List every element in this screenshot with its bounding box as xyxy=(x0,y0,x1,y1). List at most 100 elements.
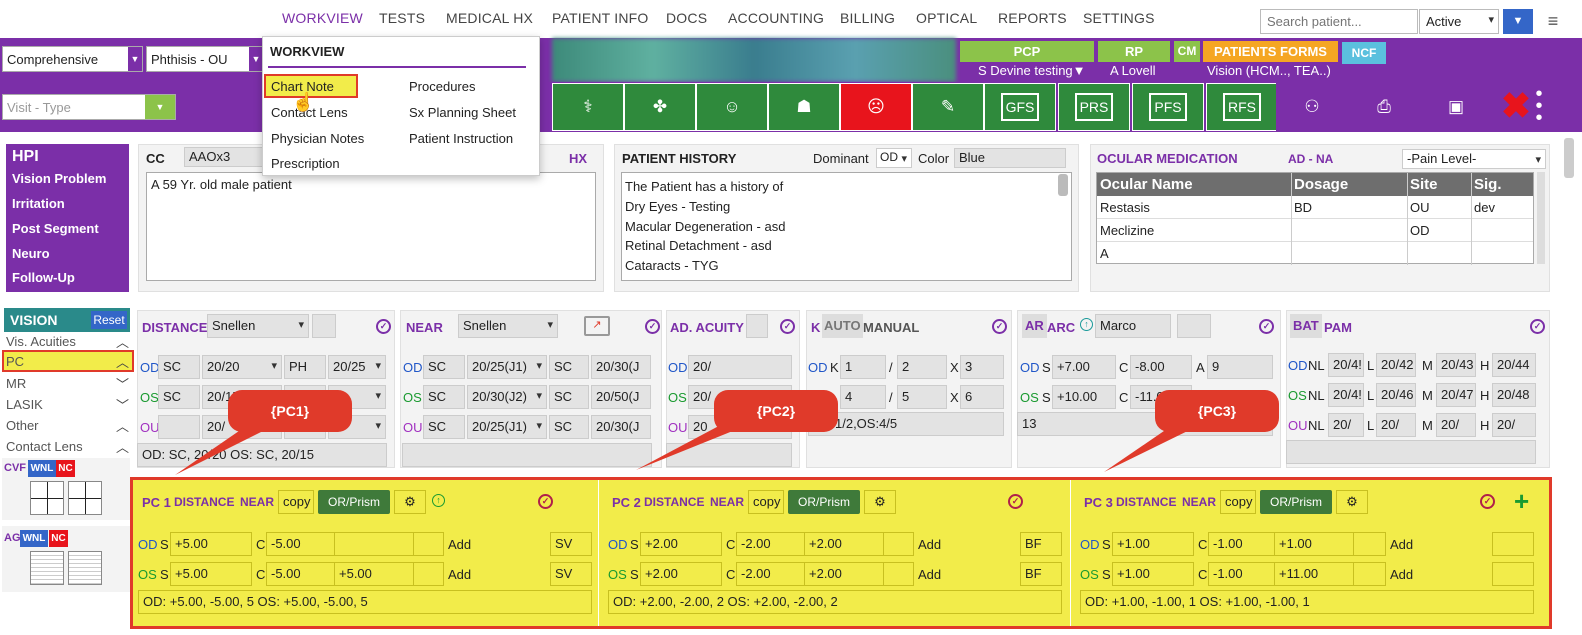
ad-acuity-summary[interactable] xyxy=(666,443,792,467)
near-summary[interactable] xyxy=(402,443,652,467)
arc-tab[interactable]: ARC xyxy=(1047,320,1075,335)
side-item-pc[interactable]: PC xyxy=(6,354,24,369)
ar-extra-input[interactable] xyxy=(1177,314,1211,338)
cc-value-input[interactable]: AAOx3 xyxy=(184,147,264,167)
ar-od-axis[interactable]: 9 xyxy=(1207,355,1273,379)
page-scrollbar[interactable] xyxy=(1564,138,1574,178)
consult-icon[interactable]: ☺ xyxy=(696,83,768,131)
bat-od-l[interactable]: 20/42 xyxy=(1376,353,1416,377)
pc-os-lens-type[interactable]: SV xyxy=(550,562,592,586)
check-circle-icon[interactable]: ✓ xyxy=(992,319,1007,334)
side-item-contact-lens[interactable]: Contact Lens xyxy=(6,439,83,454)
near-os-va[interactable]: 20/30(J2) xyxy=(467,385,547,409)
rfs-button[interactable]: RFS xyxy=(1206,83,1278,131)
rp-label[interactable]: RP xyxy=(1098,41,1170,62)
side-item-lasik[interactable]: LASIK xyxy=(6,397,43,412)
distance-od-ph[interactable]: PH xyxy=(284,355,326,379)
bat-ou-l[interactable]: 20/ xyxy=(1376,413,1416,437)
menu-item-physician-notes[interactable]: Physician Notes xyxy=(271,131,364,146)
k-od-k2[interactable]: 2 xyxy=(897,355,947,379)
pc-distance-label[interactable]: DISTANCE xyxy=(174,495,234,509)
status-select[interactable]: Active xyxy=(1419,9,1499,34)
cvf-grid-od-icon[interactable] xyxy=(30,481,64,515)
k-od-axis[interactable]: 3 xyxy=(960,355,1004,379)
k-auto-tab[interactable]: AUTO xyxy=(822,314,863,338)
pc-os-add[interactable]: +5.00 xyxy=(334,562,414,586)
network-icon[interactable]: ✤ xyxy=(624,83,696,131)
k-od-k1[interactable]: 1 xyxy=(840,355,886,379)
pc-os-sphere[interactable]: +5.00 xyxy=(170,562,252,586)
cvf-label[interactable]: CVF xyxy=(4,462,26,474)
bat-os-l[interactable]: 20/46 xyxy=(1376,383,1416,407)
chevron-down-icon[interactable]: ﹀ xyxy=(116,395,129,414)
near-ou-va2[interactable]: 20/30(J xyxy=(591,415,651,439)
patients-forms-value[interactable]: Vision (HCM.., TEA..) xyxy=(1207,63,1331,78)
near-od-va[interactable]: 20/25(J1) xyxy=(467,355,547,379)
table-row[interactable]: Restasis BD OU dev xyxy=(1097,196,1533,219)
gfs-button[interactable]: GFS xyxy=(984,83,1056,131)
hpi-item-vision-problem[interactable]: Vision Problem xyxy=(12,171,106,186)
near-os-sc2[interactable]: SC xyxy=(549,385,589,409)
menu-icon[interactable]: ≡ xyxy=(1538,9,1568,34)
bat-tab[interactable]: BAT xyxy=(1290,314,1322,338)
k-os-k2[interactable]: 5 xyxy=(897,385,947,409)
add-pc-plus-icon[interactable]: + xyxy=(1514,486,1529,517)
pc-summary[interactable]: OD: +1.00, -1.00, 1 OS: +1.00, -1.00, 1 xyxy=(1080,590,1534,614)
bat-os-h[interactable]: 20/48 xyxy=(1492,383,1536,407)
amsler-grid-od-icon[interactable] xyxy=(30,551,64,585)
info-up-icon[interactable]: ↑ xyxy=(432,494,445,507)
pain-level-select[interactable]: -Pain Level- xyxy=(1402,149,1546,169)
check-circle-icon[interactable]: ✓ xyxy=(1008,494,1023,509)
gear-icon[interactable]: ⚙ xyxy=(394,490,426,514)
nav-tests[interactable]: TESTS xyxy=(379,10,425,26)
check-circle-icon[interactable]: ✓ xyxy=(645,319,660,334)
ocular-medication-title[interactable]: OCULAR MEDICATION xyxy=(1097,151,1238,166)
bat-ou-m[interactable]: 20/ xyxy=(1436,413,1476,437)
info-up-icon[interactable]: ↑ xyxy=(1080,318,1093,331)
check-circle-icon[interactable]: ✓ xyxy=(376,319,391,334)
cm-label[interactable]: CM xyxy=(1174,41,1200,62)
nav-reports[interactable]: REPORTS xyxy=(998,10,1067,26)
pc-near-label[interactable]: NEAR xyxy=(240,495,274,509)
check-circle-icon[interactable]: ✓ xyxy=(1530,319,1545,334)
bat-os-nl[interactable]: 20/4! xyxy=(1328,383,1364,407)
nav-accounting[interactable]: ACCOUNTING xyxy=(728,10,824,26)
bat-ou-h[interactable]: 20/ xyxy=(1492,413,1536,437)
pc-os-lens-type[interactable]: BF xyxy=(1020,562,1062,586)
history-scrollbar[interactable] xyxy=(1058,174,1068,196)
pam-tab[interactable]: PAM xyxy=(1324,320,1352,335)
near-ou-sc[interactable]: SC xyxy=(423,415,465,439)
status-dropdown-button[interactable]: ▼ xyxy=(1503,9,1533,34)
ar-os-sphere[interactable]: +10.00 xyxy=(1052,385,1116,409)
ncf-button[interactable]: NCF xyxy=(1342,42,1386,64)
distance-label[interactable]: DISTANCE xyxy=(142,320,207,335)
pc-copy-button[interactable]: copy xyxy=(278,490,314,514)
near-od-va2[interactable]: 20/30(J xyxy=(591,355,651,379)
reset-button[interactable]: Reset xyxy=(91,311,127,329)
pcp-label[interactable]: PCP xyxy=(960,41,1094,62)
pc-od-add[interactable]: +1.00 xyxy=(1274,532,1354,556)
cvf-nc-button[interactable]: NC xyxy=(56,460,75,477)
pc-distance-label[interactable]: DISTANCE xyxy=(644,495,704,509)
ar-tab[interactable]: AR xyxy=(1022,314,1047,338)
close-icon[interactable]: ✖ xyxy=(1496,86,1536,126)
nav-patient-info[interactable]: PATIENT INFO xyxy=(552,10,649,26)
diagnosis-select[interactable]: Phthisis - OU ▼ xyxy=(146,46,264,72)
distance-od-ph-va[interactable]: 20/25 xyxy=(328,355,386,379)
visit-template-select[interactable]: Comprehensive ▼ xyxy=(2,46,143,72)
chevron-up-icon[interactable]: ︿ xyxy=(116,416,129,435)
printer-icon[interactable]: ⎙ xyxy=(1348,83,1420,131)
pc-os-add[interactable]: +2.00 xyxy=(804,562,884,586)
pc-od-sphere[interactable]: +1.00 xyxy=(1112,532,1194,556)
pc-or-prism-button[interactable]: OR/Prism xyxy=(1260,490,1332,514)
distance-od-sc[interactable]: SC xyxy=(158,355,200,379)
pc-od-add[interactable]: +2.00 xyxy=(804,532,884,556)
side-item-vis-acuities[interactable]: Vis. Acuities xyxy=(6,334,76,349)
menu-item-prescription[interactable]: Prescription xyxy=(271,156,340,171)
ad-acuity-od[interactable]: 20/ xyxy=(688,355,792,379)
distance-chart-select[interactable]: Snellen xyxy=(207,314,309,338)
ag-nc-button[interactable]: NC xyxy=(49,530,68,547)
nav-settings[interactable]: SETTINGS xyxy=(1083,10,1155,26)
nav-billing[interactable]: BILLING xyxy=(840,10,895,26)
hpi-item-neuro[interactable]: Neuro xyxy=(12,246,50,261)
